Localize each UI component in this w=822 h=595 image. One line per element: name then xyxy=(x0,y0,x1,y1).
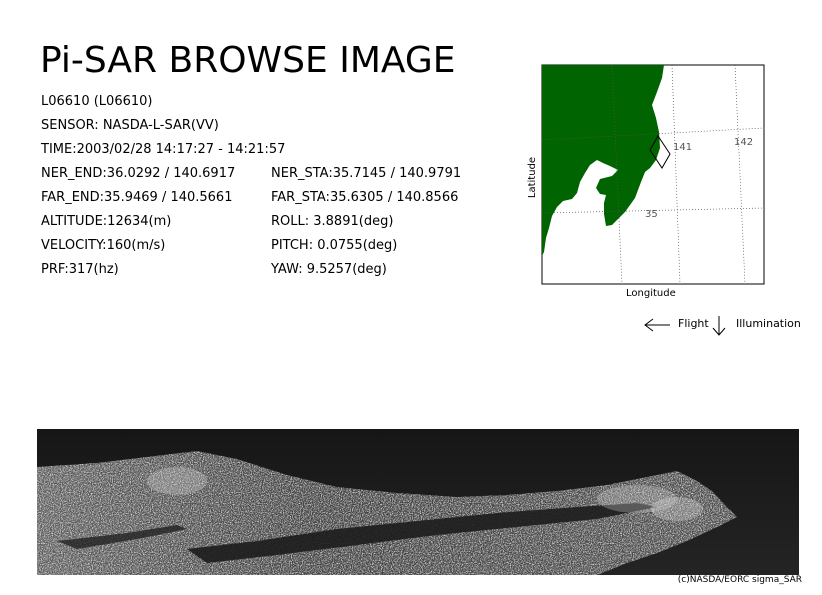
map-ylabel: Latitude xyxy=(527,156,539,199)
velocity: VELOCITY:160(m/s) xyxy=(41,238,166,253)
acquisition-time: TIME:2003/02/28 14:17:27 - 14:21:57 xyxy=(41,142,286,157)
near-end: NER_END:36.0292 / 140.6917 xyxy=(41,166,236,181)
copyright-credit: (c)NASDA/EORC sigma_SAR xyxy=(677,575,802,585)
arrow-down-icon xyxy=(712,316,726,336)
page-title: Pi-SAR BROWSE IMAGE xyxy=(40,40,456,81)
illumination-label: Illumination xyxy=(736,317,801,330)
flight-label: Flight xyxy=(678,317,709,330)
scene-id: L06610 (L06610) xyxy=(41,94,153,109)
map-frame xyxy=(541,64,765,285)
grid-label-142: 142 xyxy=(734,137,753,148)
land-mass xyxy=(542,65,664,256)
flight-footprint xyxy=(649,135,671,169)
sar-image-strip xyxy=(37,429,799,575)
altitude: ALTITUDE:12634(m) xyxy=(41,214,172,229)
sensor-info: SENSOR: NASDA-L-SAR(VV) xyxy=(41,118,219,133)
pitch: PITCH: 0.0755(deg) xyxy=(271,238,398,253)
prf: PRF:317(hz) xyxy=(41,262,119,277)
graticule xyxy=(542,65,764,284)
grid-label-35: 35 xyxy=(645,209,658,220)
arrow-left-icon xyxy=(644,318,670,332)
far-start: FAR_STA:35.6305 / 140.8566 xyxy=(271,190,459,205)
grid-label-141: 141 xyxy=(673,142,692,153)
roll: ROLL: 3.8891(deg) xyxy=(271,214,394,229)
far-end: FAR_END:35.9469 / 140.5661 xyxy=(41,190,233,205)
near-start: NER_STA:35.7145 / 140.9791 xyxy=(271,166,462,181)
direction-legend: Flight Illumination xyxy=(643,315,813,336)
map-xlabel: Longitude xyxy=(626,288,676,299)
yaw: YAW: 9.5257(deg) xyxy=(271,262,387,277)
